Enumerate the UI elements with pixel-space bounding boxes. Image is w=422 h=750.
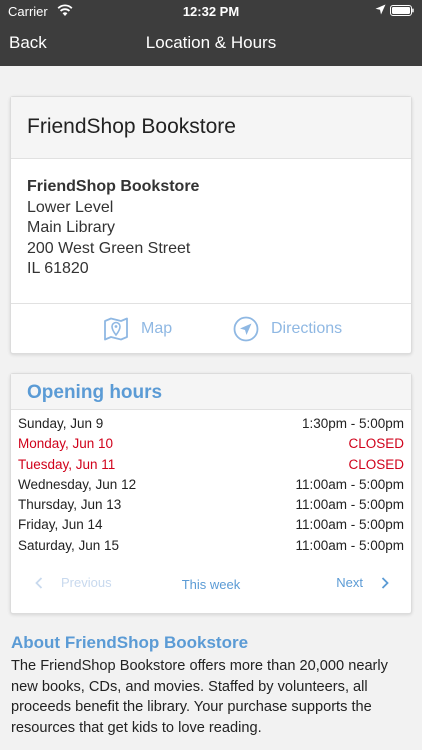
hours-row: Sunday, Jun 9 1:30pm - 5:00pm: [18, 416, 404, 436]
hours-time: CLOSED: [348, 436, 404, 452]
battery-icon: [390, 5, 414, 16]
map-pin-icon: [104, 317, 128, 341]
map-button[interactable]: Map: [103, 316, 172, 342]
directions-label: Directions: [271, 320, 343, 337]
week-pager: Previous This week Next: [11, 575, 411, 595]
hours-day: Tuesday, Jun 11: [18, 456, 116, 472]
hours-row: Friday, Jun 14 11:00am - 5:00pm: [18, 517, 404, 537]
hours-row: Wednesday, Jun 12 11:00am - 5:00pm: [18, 477, 404, 497]
status-bar: Carrier 12:32 PM: [0, 0, 422, 22]
hours-row: Tuesday, Jun 11 CLOSED: [18, 457, 404, 477]
hours-day: Sunday, Jun 9: [18, 416, 104, 431]
hours-row: Monday, Jun 10 CLOSED: [18, 436, 404, 456]
navigation-arrow-icon: [233, 316, 259, 342]
top-bar: Carrier 12:32 PM Back Location & Hours: [0, 0, 422, 66]
chevron-right-icon: [381, 576, 389, 589]
hours-day: Saturday, Jun 15: [18, 537, 120, 553]
hours-time: 11:00am - 5:00pm: [295, 476, 404, 492]
navigation-bar: Back Location & Hours: [0, 22, 422, 66]
hours-row: Thursday, Jun 13 11:00am - 5:00pm: [18, 497, 404, 517]
status-time: 12:32 PM: [182, 4, 240, 19]
hours-time: 11:00am - 5:00pm: [295, 517, 404, 533]
hours-list: Sunday, Jun 9 1:30pm - 5:00pm Monday, Ju…: [11, 410, 411, 558]
address-line: 200 West Green Street: [27, 239, 191, 257]
page-title: Location & Hours: [145, 33, 277, 52]
hours-row: Saturday, Jun 15 11:00am - 5:00pm: [18, 538, 404, 558]
about-title: About FriendShop Bookstore: [11, 633, 249, 652]
hours-time: 11:00am - 5:00pm: [295, 537, 404, 553]
hours-day: Wednesday, Jun 12: [18, 476, 137, 492]
store-card-header: FriendShop Bookstore: [11, 97, 411, 159]
about-text: The FriendShop Bookstore offers more tha…: [11, 658, 388, 736]
opening-hours-card: Opening hours Sunday, Jun 9 1:30pm - 5:0…: [10, 373, 412, 614]
next-label: Next: [336, 575, 363, 590]
opening-hours-title: Opening hours: [11, 374, 411, 410]
hours-day: Monday, Jun 10: [18, 436, 114, 452]
address-store-name: FriendShop Bookstore: [27, 178, 200, 195]
store-address: FriendShop Bookstore Lower Level Main Li…: [11, 159, 411, 280]
hours-time: 1:30pm - 5:00pm: [301, 416, 404, 431]
hours-day: Thursday, Jun 13: [18, 497, 122, 513]
address-line: IL 61820: [27, 260, 89, 277]
next-week-button[interactable]: Next: [336, 575, 389, 590]
hours-time: CLOSED: [348, 456, 404, 472]
map-label: Map: [141, 320, 173, 337]
about-section: About FriendShop Bookstore The FriendSho…: [11, 633, 413, 738]
store-card: FriendShop Bookstore FriendShop Bookstor…: [10, 96, 412, 354]
hours-time: 11:00am - 5:00pm: [295, 497, 404, 513]
address-line: Main Library: [27, 219, 116, 236]
store-actions: Map Directions: [11, 303, 411, 353]
directions-button[interactable]: Directions: [233, 316, 342, 342]
hours-day: Friday, Jun 14: [18, 517, 103, 533]
address-line: Lower Level: [27, 198, 114, 216]
location-arrow-icon: [375, 4, 386, 15]
